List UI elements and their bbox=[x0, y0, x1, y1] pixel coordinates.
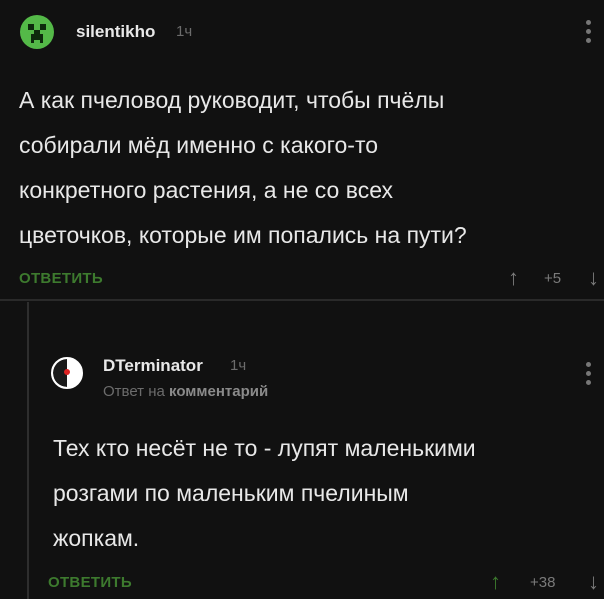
comment-line: А как пчеловод руководит, чтобы пчёлы bbox=[19, 87, 445, 113]
timestamp: 1ч bbox=[230, 357, 247, 374]
username[interactable]: DTerminator bbox=[103, 356, 203, 376]
terminator-avatar-icon[interactable] bbox=[51, 357, 83, 389]
reply-button[interactable]: ОТВЕТИТЬ bbox=[19, 270, 103, 287]
rating-count: +5 bbox=[544, 270, 562, 287]
comment-line: цветочков, которые им попались на пути? bbox=[19, 222, 467, 248]
downvote-icon[interactable]: ↓ bbox=[588, 569, 599, 595]
more-vertical-icon[interactable] bbox=[586, 20, 592, 46]
more-vertical-icon[interactable] bbox=[586, 362, 592, 388]
reply-to-label: Ответ на комментарий bbox=[103, 383, 268, 400]
comment-line: розгами по маленьким пчелиным bbox=[53, 480, 409, 506]
comment-body: А как пчеловод руководит, чтобы пчёлы со… bbox=[19, 78, 599, 258]
rating-count: +38 bbox=[530, 574, 556, 591]
comment-line: Тех кто несёт не то - лупят маленькими bbox=[53, 435, 476, 461]
comment-line: собирали мёд именно с какого-то bbox=[19, 132, 379, 158]
reply-to-link[interactable]: комментарий bbox=[169, 383, 268, 400]
comment-body: Тех кто несёт не то - лупят маленькими р… bbox=[53, 426, 598, 561]
upvote-icon[interactable]: ↑ bbox=[490, 569, 501, 595]
reply-to-prefix: Ответ на bbox=[103, 383, 165, 400]
creeper-avatar-icon[interactable] bbox=[20, 15, 54, 49]
comment: silentikho 1ч А как пчеловод руководит, … bbox=[0, 0, 604, 300]
upvote-icon[interactable]: ↑ bbox=[508, 265, 519, 291]
comment-line: конкретного растения, а не со всех bbox=[19, 177, 393, 203]
comment-line: жопкам. bbox=[53, 525, 140, 551]
timestamp: 1ч bbox=[176, 23, 193, 40]
reply-button[interactable]: ОТВЕТИТЬ bbox=[48, 574, 132, 591]
downvote-icon[interactable]: ↓ bbox=[588, 265, 599, 291]
username[interactable]: silentikho bbox=[76, 22, 155, 42]
